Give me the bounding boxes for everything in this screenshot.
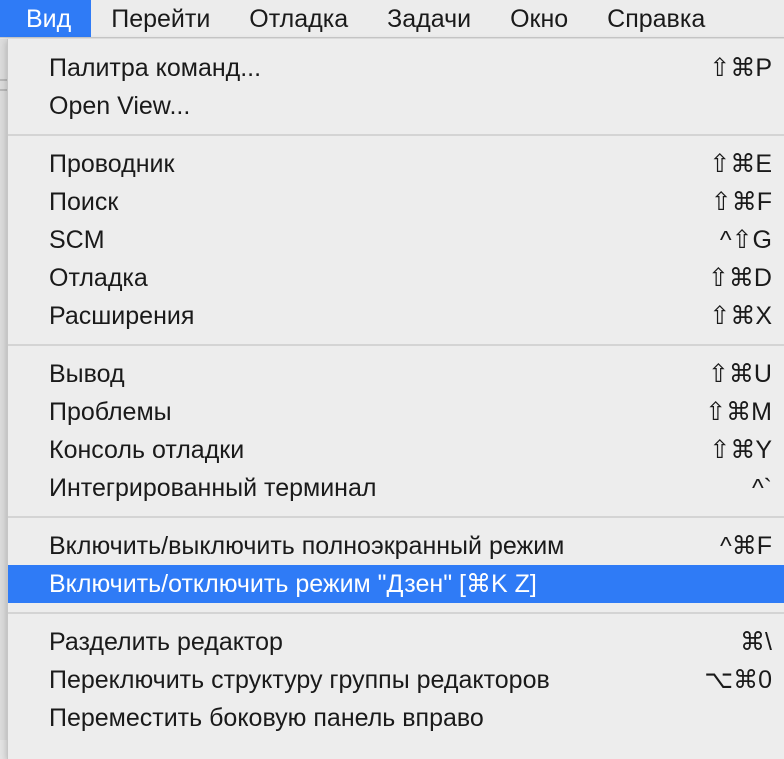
menu-item-output[interactable]: Вывод ⇧⌘U	[8, 355, 784, 393]
menu-item-label: Расширения	[49, 302, 195, 330]
menu-item-label: Включить/отключить режим "Дзен" [⌘K Z]	[49, 570, 537, 598]
menu-item-shortcut: ⇧⌘U	[707, 360, 772, 388]
menu-item-shortcut: ⇧⌘F	[710, 188, 772, 216]
menu-item-integrated-terminal[interactable]: Интегрированный терминал ^`	[8, 469, 784, 507]
menu-bar: Вид Перейти Отладка Задачи Окно Справка	[0, 0, 784, 38]
menu-item-shortcut: ⇧⌘X	[709, 302, 772, 330]
menu-item-scm[interactable]: SCM ^⇧G	[8, 221, 784, 259]
menu-item-shortcut: ⇧⌘M	[705, 398, 772, 426]
background-line	[0, 89, 7, 91]
menu-item-command-palette[interactable]: Палитра команд... ⇧⌘P	[8, 49, 784, 87]
menu-item-label: Вывод	[49, 360, 125, 388]
menubar-item-view[interactable]: Вид	[0, 0, 92, 37]
menu-item-shortcut: ^`	[751, 474, 772, 502]
menu-item-toggle-zen-mode[interactable]: Включить/отключить режим "Дзен" [⌘K Z]	[8, 565, 784, 603]
menu-item-label: Консоль отладки	[49, 436, 245, 464]
background-line	[0, 79, 7, 81]
menu-item-shortcut: ⇧⌘Y	[709, 436, 772, 464]
menu-item-shortcut: ⌘\	[740, 628, 772, 656]
menubar-item-tasks[interactable]: Задачи	[367, 0, 490, 37]
view-menu-dropdown: Палитра команд... ⇧⌘P Open View... Прово…	[7, 39, 784, 759]
menu-list: Палитра команд... ⇧⌘P Open View... Прово…	[8, 39, 784, 737]
menubar-item-window[interactable]: Окно	[490, 0, 587, 37]
menu-item-extensions[interactable]: Расширения ⇧⌘X	[8, 297, 784, 335]
menu-item-shortcut: ^⇧G	[719, 226, 772, 254]
menu-item-open-view[interactable]: Open View...	[8, 87, 784, 125]
menu-item-label: Включить/выключить полноэкранный режим	[49, 532, 565, 560]
menu-item-label: Разделить редактор	[49, 628, 283, 656]
menu-item-problems[interactable]: Проблемы ⇧⌘M	[8, 393, 784, 431]
menu-separator	[8, 603, 784, 623]
menu-item-label: Переключить структуру группы редакторов	[49, 666, 550, 694]
menu-item-toggle-fullscreen[interactable]: Включить/выключить полноэкранный режим ^…	[8, 527, 784, 565]
menu-item-shortcut: ⌥⌘0	[704, 666, 772, 694]
menu-item-split-editor[interactable]: Разделить редактор ⌘\	[8, 623, 784, 661]
menu-item-label: Проблемы	[49, 398, 172, 426]
menu-item-search[interactable]: Поиск ⇧⌘F	[8, 183, 784, 221]
menu-item-toggle-editor-group-layout[interactable]: Переключить структуру группы редакторов …	[8, 661, 784, 699]
menubar-item-help[interactable]: Справка	[587, 0, 724, 37]
menu-item-shortcut: ^⌘F	[719, 532, 772, 560]
menu-item-label: SCM	[49, 226, 105, 254]
menu-item-shortcut: ⇧⌘E	[709, 150, 772, 178]
menu-item-explorer[interactable]: Проводник ⇧⌘E	[8, 145, 784, 183]
menu-separator	[8, 335, 784, 355]
menu-item-debug[interactable]: Отладка ⇧⌘D	[8, 259, 784, 297]
menu-separator	[8, 507, 784, 527]
menu-item-label: Отладка	[49, 264, 148, 292]
menu-item-move-sidebar-right[interactable]: Переместить боковую панель вправо	[8, 699, 784, 737]
menu-item-label: Интегрированный терминал	[49, 474, 377, 502]
menu-item-label: Open View...	[49, 92, 191, 120]
menu-item-label: Проводник	[49, 150, 175, 178]
menu-item-label: Палитра команд...	[49, 54, 262, 82]
menu-separator	[8, 125, 784, 145]
menubar-item-go[interactable]: Перейти	[91, 0, 229, 37]
menu-item-label: Поиск	[49, 188, 119, 216]
background-window-edge	[0, 39, 7, 740]
menu-item-shortcut: ⇧⌘P	[709, 54, 772, 82]
menu-item-shortcut: ⇧⌘D	[707, 264, 772, 292]
menubar-item-debug[interactable]: Отладка	[229, 0, 367, 37]
menu-item-debug-console[interactable]: Консоль отладки ⇧⌘Y	[8, 431, 784, 469]
menu-item-label: Переместить боковую панель вправо	[49, 704, 484, 732]
